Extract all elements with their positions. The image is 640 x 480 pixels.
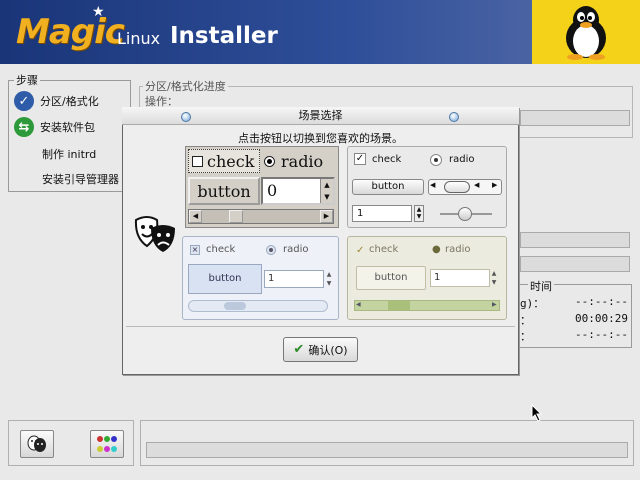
- progress-bar: [520, 110, 630, 126]
- blue-spinbox[interactable]: 1: [264, 270, 324, 288]
- light-button[interactable]: button: [352, 179, 424, 195]
- mouse-cursor-icon: [531, 404, 543, 422]
- steps-title: 步骤: [14, 72, 40, 88]
- theme-select-button[interactable]: [20, 430, 54, 458]
- overall-progress-bar: [146, 442, 628, 458]
- spin-arrows-icon[interactable]: ▲ ▼: [325, 270, 333, 288]
- dialog-separator: [126, 326, 515, 327]
- progress-bar: [520, 256, 630, 272]
- step-label: 安装软件包: [40, 121, 95, 134]
- checkbox-icon: [192, 155, 203, 167]
- titlebar-dot-icon: [449, 112, 459, 122]
- scrollbar-thumb[interactable]: [444, 181, 470, 193]
- time-row: ： 00:00:29: [520, 312, 628, 328]
- brand-installer-text: Installer: [170, 23, 278, 49]
- scrollbar-thumb[interactable]: [388, 301, 410, 310]
- dialog-title: 场景选择: [298, 109, 343, 122]
- radio-label: radio: [445, 244, 471, 255]
- step-label: 制作 initrd: [42, 148, 97, 161]
- time-row-value: 00:00:29: [575, 312, 628, 325]
- scroll-left-icon[interactable]: ◀: [430, 181, 435, 189]
- step-partition: ✓ 分区/格式化: [14, 91, 99, 111]
- arrows-circle-icon: ⇆: [14, 117, 34, 137]
- time-title: 时间: [528, 278, 554, 294]
- progress-bar: [520, 232, 630, 248]
- radio-label: radio: [281, 151, 324, 171]
- confirm-button[interactable]: ✔ 确认(O): [283, 337, 358, 362]
- radio-label: radio: [449, 154, 475, 165]
- blue-button[interactable]: button: [188, 264, 262, 294]
- checkbox-label: check: [372, 154, 402, 165]
- scroll-right-icon[interactable]: ▶: [492, 181, 497, 189]
- classic-checkbox[interactable]: check: [188, 149, 260, 173]
- olive-spinbox[interactable]: 1: [430, 269, 490, 287]
- radio-label: radio: [283, 244, 309, 255]
- spin-arrows-icon[interactable]: ▲ ▼: [320, 179, 333, 203]
- radio-dot-icon[interactable]: ●: [432, 244, 441, 255]
- checkbox-label: check: [369, 244, 399, 255]
- checkmark-icon: ✔: [293, 342, 305, 357]
- checkbox-x-icon[interactable]: ×: [190, 245, 200, 255]
- scroll-left-icon[interactable]: ◀: [474, 181, 479, 189]
- blue-scrollbar[interactable]: [188, 300, 328, 312]
- slider-knob[interactable]: [458, 207, 472, 221]
- radio-icon[interactable]: [266, 245, 276, 255]
- scroll-left-icon[interactable]: ◀: [356, 301, 361, 308]
- radio-icon[interactable]: [430, 154, 442, 166]
- theater-masks-icon: [27, 435, 46, 452]
- checkbox-label: check: [206, 244, 236, 255]
- checkmark-icon[interactable]: ✓: [356, 245, 364, 256]
- time-row-label: ：: [520, 314, 531, 327]
- time-row-value: --:--:--: [575, 328, 628, 341]
- brand-magic-text: Magic: [16, 12, 125, 52]
- step-label: 安装引导管理器: [42, 173, 119, 186]
- scrollbar-thumb[interactable]: [229, 210, 243, 223]
- progress-section-title: 分区/格式化进度: [143, 78, 228, 94]
- brand-linux-text: Linux: [117, 29, 161, 48]
- dialog-instruction: 点击按钮以切换到您喜欢的场景。: [238, 132, 403, 145]
- color-palette-icon: [97, 436, 117, 452]
- time-row: g)： --:--:--: [520, 295, 628, 311]
- scrollbar-thumb[interactable]: [224, 302, 246, 310]
- time-row-value: --:--:--: [575, 295, 628, 308]
- scroll-left-icon[interactable]: ◀: [189, 210, 202, 223]
- spin-arrows-icon[interactable]: ▲ ▼: [414, 205, 424, 222]
- step-install-packages: ⇆ 安装软件包: [14, 117, 95, 137]
- olive-button[interactable]: button: [356, 266, 426, 290]
- time-row: ： --:--:--: [520, 328, 628, 344]
- step-initrd: 制作 initrd: [42, 144, 96, 164]
- step-bootloader: 安装引导管理器: [42, 169, 119, 189]
- star-icon: ★: [92, 4, 105, 20]
- confirm-button-label: 确认(O): [308, 343, 348, 357]
- radio-icon: [264, 155, 275, 167]
- spin-arrows-icon[interactable]: ▲ ▼: [490, 269, 498, 287]
- classic-scrollbar[interactable]: [188, 209, 334, 224]
- check-circle-icon: ✓: [14, 91, 34, 111]
- time-row-label: g)：: [520, 297, 545, 310]
- olive-scrollbar[interactable]: [354, 300, 500, 311]
- checkbox-label: check: [207, 151, 255, 171]
- titlebar-dot-icon: [181, 112, 191, 122]
- step-label: 分区/格式化: [40, 95, 99, 108]
- checkbox-checked-icon[interactable]: ✓: [354, 153, 366, 165]
- theater-masks-icon: [134, 216, 175, 252]
- classic-button[interactable]: button: [188, 177, 260, 205]
- time-row-label: ：: [520, 330, 531, 343]
- scroll-right-icon[interactable]: ▶: [492, 301, 497, 308]
- light-spinbox[interactable]: 1: [352, 205, 412, 222]
- color-scheme-button[interactable]: [90, 430, 124, 458]
- scroll-right-icon[interactable]: ▶: [320, 210, 333, 223]
- tux-penguin-icon: [566, 6, 606, 60]
- classic-radio[interactable]: radio: [264, 149, 336, 173]
